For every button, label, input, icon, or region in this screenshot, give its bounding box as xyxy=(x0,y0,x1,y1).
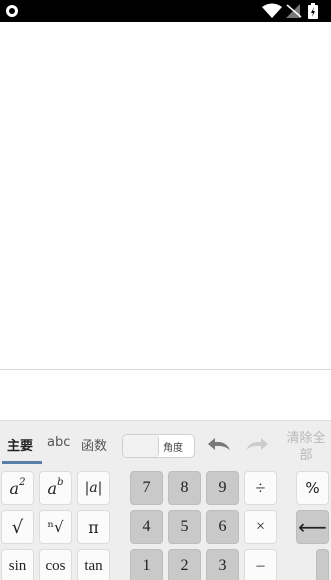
abs-key[interactable]: |a| xyxy=(77,471,110,505)
pi-key[interactable]: π xyxy=(77,510,110,544)
tab-main[interactable]: 主要 xyxy=(7,435,33,454)
digit-8-key[interactable]: 8 xyxy=(168,471,201,505)
angle-toggle[interactable]: 角度 xyxy=(122,434,195,458)
nth-root-key[interactable]: ⁿ√ xyxy=(39,510,72,544)
math-keyboard: 主要 abc 函数 角度 清除全部 a2 ab |a| 7 8 9 ÷ % √ … xyxy=(0,420,331,580)
square-key-exp: 2 xyxy=(19,476,26,488)
digit-4-key[interactable]: 4 xyxy=(130,510,163,544)
divide-key[interactable]: ÷ xyxy=(244,471,277,505)
toggle-knob xyxy=(123,435,159,457)
tab-abc[interactable]: abc xyxy=(47,435,70,450)
power-key[interactable]: ab xyxy=(39,471,72,505)
square-key[interactable]: a2 xyxy=(1,471,34,505)
enter-key[interactable] xyxy=(316,549,329,580)
digit-6-key[interactable]: 6 xyxy=(206,510,239,544)
tab-functions[interactable]: 函数 xyxy=(81,435,107,454)
sin-key[interactable]: sin xyxy=(1,549,34,580)
cos-key[interactable]: cos xyxy=(39,549,72,580)
digit-3-key[interactable]: 3 xyxy=(206,549,239,580)
wifi-icon xyxy=(262,3,282,18)
redo-icon[interactable] xyxy=(244,436,270,454)
percent-key[interactable]: % xyxy=(296,471,329,505)
status-bar xyxy=(0,0,331,22)
digit-2-key[interactable]: 2 xyxy=(168,549,201,580)
digit-1-key[interactable]: 1 xyxy=(130,549,163,580)
multiply-key[interactable]: × xyxy=(244,510,277,544)
tan-key[interactable]: tan xyxy=(77,549,110,580)
power-key-exp: b xyxy=(57,476,64,488)
clear-all-button[interactable]: 清除全部 xyxy=(283,430,329,464)
battery-icon xyxy=(308,3,318,19)
angle-toggle-label: 角度 xyxy=(163,443,183,454)
digit-5-key[interactable]: 5 xyxy=(168,510,201,544)
square-key-base: a xyxy=(9,478,20,498)
math-input-area[interactable] xyxy=(0,22,331,370)
signal-icon xyxy=(286,4,302,18)
power-key-base: a xyxy=(47,478,58,498)
minus-key[interactable]: – xyxy=(244,549,277,580)
undo-icon[interactable] xyxy=(206,436,232,454)
sqrt-key[interactable]: √ xyxy=(1,510,34,544)
digit-9-key[interactable]: 9 xyxy=(206,471,239,505)
keyboard-tab-bar: 主要 abc 函数 角度 清除全部 xyxy=(0,421,331,465)
digit-7-key[interactable]: 7 xyxy=(130,471,163,505)
backspace-key[interactable]: ⟵ xyxy=(296,510,329,544)
notification-icon xyxy=(6,5,18,17)
active-tab-indicator xyxy=(2,461,42,464)
